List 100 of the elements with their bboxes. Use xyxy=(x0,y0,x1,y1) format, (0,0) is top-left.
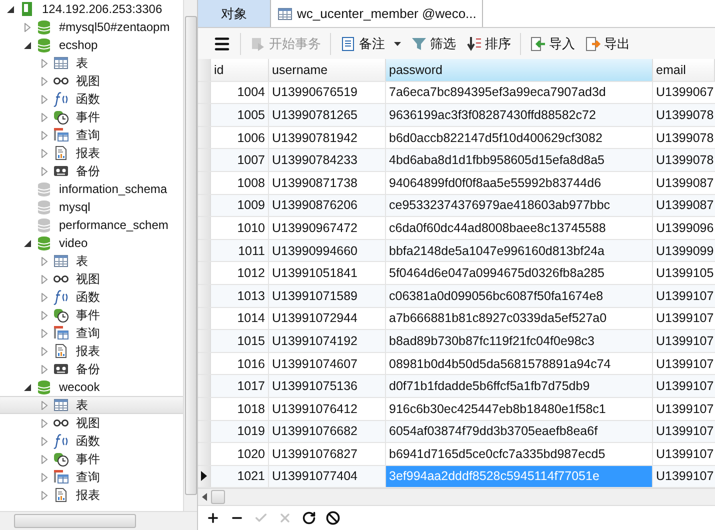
table-cell: U1399107 xyxy=(653,352,715,374)
toolbar-button[interactable]: 排序 xyxy=(463,32,514,54)
column-header[interactable]: username xyxy=(269,59,386,81)
table-cell: bbfa2148de5a1047e996160d813bf24a xyxy=(386,240,653,262)
table-cell: U1399107 xyxy=(653,466,715,488)
collapse-arrow-icon[interactable] xyxy=(23,382,32,392)
table-cell: 1006 xyxy=(211,126,269,148)
table-cell: U1399107 xyxy=(653,284,715,307)
note-icon xyxy=(340,36,356,52)
scroll-left-icon[interactable] xyxy=(202,493,207,502)
tree-item[interactable]: 报表 xyxy=(0,342,183,360)
tree-item[interactable]: information_schema xyxy=(0,180,183,198)
table-cell: U1399078 xyxy=(653,104,715,126)
expand-arrow-icon[interactable] xyxy=(40,112,49,122)
tree-item[interactable]: 事件 xyxy=(0,450,183,468)
menu-icon xyxy=(213,34,231,52)
table-cell: U1399078 xyxy=(653,149,715,171)
tree-item[interactable]: 视图 xyxy=(0,72,183,90)
expand-arrow-icon[interactable] xyxy=(40,364,49,374)
toolbar-button[interactable]: 筛选 xyxy=(408,32,459,54)
tree-item[interactable]: 表 xyxy=(0,396,183,414)
expand-arrow-icon[interactable] xyxy=(40,130,49,140)
expand-arrow-icon[interactable] xyxy=(40,292,49,302)
tree-item[interactable]: ecshop xyxy=(0,36,183,54)
table-cell: U1399105 xyxy=(653,262,715,284)
table-cell: U1399078 xyxy=(653,126,715,148)
expand-arrow-icon[interactable] xyxy=(40,148,49,158)
tab[interactable]: 对象 xyxy=(198,0,271,27)
expand-arrow-icon[interactable] xyxy=(40,274,49,284)
table-cell: U13991075136 xyxy=(269,375,386,397)
tree-item[interactable]: #mysql50#zentaopm xyxy=(0,18,183,36)
toolbar-button[interactable]: 备注 xyxy=(337,32,404,54)
tree-item[interactable]: 查询 xyxy=(0,468,183,486)
tree-item[interactable]: 事件 xyxy=(0,108,183,126)
tree-item[interactable]: 表 xyxy=(0,54,183,72)
table-cell: 1016 xyxy=(211,352,269,374)
column-header[interactable]: email xyxy=(653,59,715,81)
add-icon xyxy=(206,511,220,525)
table-cell: 1017 xyxy=(211,375,269,397)
tree-item[interactable]: 查询 xyxy=(0,126,183,144)
grid-action-button[interactable] xyxy=(324,509,342,527)
expand-arrow-icon[interactable] xyxy=(40,310,49,320)
table-cell: c6da0f60dc44ad8008baee8c13745588 xyxy=(386,217,653,239)
tree-item[interactable]: 函数 xyxy=(0,288,183,306)
expand-arrow-icon[interactable] xyxy=(40,58,49,68)
server-icon xyxy=(19,1,35,17)
table-cell: d0f71b1fdadde5b6ffcf5a1fb7d75db9 xyxy=(386,375,653,397)
expand-arrow-icon[interactable] xyxy=(40,76,49,86)
table-cell: U1399107 xyxy=(653,443,715,465)
expand-arrow-icon[interactable] xyxy=(40,94,49,104)
tree-item[interactable]: video xyxy=(0,234,183,252)
expand-arrow-icon[interactable] xyxy=(40,328,49,338)
table-cell: U13990784233 xyxy=(269,149,386,171)
tree-item[interactable]: 表 xyxy=(0,252,183,270)
tree-item[interactable]: 124.192.206.253:3306 xyxy=(0,0,183,18)
tree-item[interactable]: 函数 xyxy=(0,432,183,450)
expand-arrow-icon[interactable] xyxy=(40,400,49,410)
tree-item[interactable]: performance_schem xyxy=(0,216,183,234)
tree-item[interactable]: 查询 xyxy=(0,324,183,342)
grid-action-button[interactable] xyxy=(300,509,318,527)
table-cell: 1013 xyxy=(211,284,269,307)
toolbar-button[interactable]: 导出 xyxy=(582,32,633,54)
tree-item[interactable]: 视图 xyxy=(0,270,183,288)
column-header[interactable]: password xyxy=(386,59,653,81)
row-header[interactable] xyxy=(198,466,211,488)
export-icon xyxy=(585,36,601,52)
expand-arrow-icon[interactable] xyxy=(40,454,49,464)
tree-item[interactable]: mysql xyxy=(0,198,183,216)
expand-arrow-icon[interactable] xyxy=(40,346,49,356)
expand-arrow-icon[interactable] xyxy=(40,436,49,446)
cassette-icon xyxy=(53,361,69,377)
tree-item[interactable]: 报表 xyxy=(0,486,183,504)
expand-arrow-icon[interactable] xyxy=(40,418,49,428)
expand-arrow-icon[interactable] xyxy=(23,22,32,32)
collapse-arrow-icon[interactable] xyxy=(6,4,15,14)
expand-arrow-icon[interactable] xyxy=(40,256,49,266)
expand-arrow-icon[interactable] xyxy=(40,166,49,176)
tree-item[interactable]: 函数 xyxy=(0,90,183,108)
table-cell: 1021 xyxy=(211,466,269,488)
expand-arrow-icon[interactable] xyxy=(40,490,49,500)
tree-item[interactable]: 备份 xyxy=(0,162,183,180)
collapse-arrow-icon[interactable] xyxy=(23,238,32,248)
function-icon xyxy=(53,289,69,305)
column-header[interactable]: id xyxy=(211,59,269,81)
table-cell: U13990676519 xyxy=(269,82,386,104)
table-cell: U13991071589 xyxy=(269,284,386,307)
clock-icon xyxy=(53,109,69,125)
table-cell: 6054af03874f79dd3b3705eaefb8ea6f xyxy=(386,420,653,442)
table-cell: b6941d7165d5ce0cfc7a335bd987ecd5 xyxy=(386,443,653,465)
collapse-arrow-icon[interactable] xyxy=(23,40,32,50)
table-cell: 1011 xyxy=(211,240,269,262)
tree-item[interactable]: 报表 xyxy=(0,144,183,162)
tree-item[interactable]: wecook xyxy=(0,378,183,396)
tree-item[interactable]: 视图 xyxy=(0,414,183,432)
clock-icon xyxy=(53,451,69,467)
tree-item[interactable]: 备份 xyxy=(0,360,183,378)
expand-arrow-icon[interactable] xyxy=(40,472,49,482)
report-icon xyxy=(53,343,69,359)
tree-item[interactable]: 事件 xyxy=(0,306,183,324)
toolbar-button[interactable]: 导入 xyxy=(527,32,578,54)
